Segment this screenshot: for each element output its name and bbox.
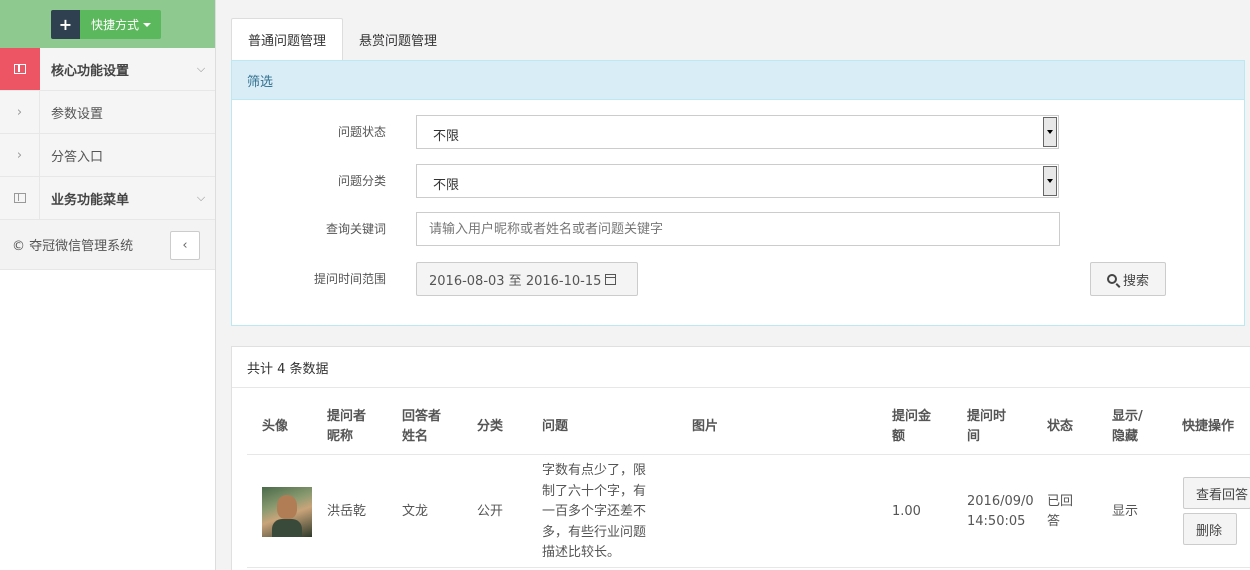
- category: 公开: [477, 504, 504, 519]
- chevron-right-icon: ›: [0, 91, 40, 133]
- copyright-text: © 夺冠微信管理系统: [12, 239, 134, 254]
- sidebar-item-entry[interactable]: › 分答入口: [0, 134, 215, 177]
- date-row: 提问时间范围 2016-08-03 至 2016-10-15 搜索: [232, 262, 1244, 296]
- date-label: 提问时间范围: [313, 272, 386, 286]
- column-header: 显示/ 隐藏: [1112, 409, 1143, 444]
- sidebar: + 快捷方式 核心功能设置 ⌵ › 参数设置 › 分答入口 业务功能菜单 ⌵ ©…: [0, 0, 216, 570]
- table-row-divider: [247, 567, 1250, 568]
- avatar: [262, 487, 312, 537]
- filter-panel: 筛选 问题状态 不限 问题分类 不限 查询关键词 提问时间范围 2016-08-…: [231, 60, 1245, 326]
- chevron-right-icon: ›: [0, 134, 40, 176]
- column-header: 状态: [1047, 419, 1074, 434]
- collapse-sidebar-button[interactable]: ‹: [170, 231, 200, 260]
- keyword-input[interactable]: [416, 212, 1060, 246]
- ask-time: 2016/09/0 14:50:05: [967, 494, 1033, 529]
- sidebar-header: + 快捷方式: [0, 0, 215, 48]
- amount: 1.00: [892, 504, 921, 519]
- visibility-text: 显示: [1112, 504, 1139, 519]
- delete-button[interactable]: 删除: [1183, 513, 1237, 545]
- sidebar-item-label: 核心功能设置: [51, 63, 130, 79]
- chevron-down-icon: ⌵: [196, 62, 206, 75]
- status-text: 已回 答: [1047, 494, 1074, 529]
- quick-menu-button[interactable]: + 快捷方式: [51, 10, 162, 39]
- column-header: 提问时 间: [967, 409, 1007, 444]
- column-header: 头像: [262, 419, 289, 434]
- columns-icon: [0, 48, 40, 90]
- filter-title: 筛选: [232, 61, 1244, 100]
- column-header: 快捷操作: [1182, 419, 1235, 434]
- asker-name: 洪岳乾: [327, 504, 367, 519]
- category-select[interactable]: 不限: [416, 164, 1059, 198]
- sidebar-item-params[interactable]: › 参数设置: [0, 91, 215, 134]
- sidebar-item-label: 分答入口: [51, 149, 104, 165]
- calendar-icon: [605, 273, 617, 285]
- dropdown-arrow-icon: [1043, 117, 1057, 147]
- status-label: 问题状态: [337, 125, 386, 139]
- dropdown-arrow-icon: [1043, 166, 1057, 196]
- plus-icon: +: [51, 10, 80, 39]
- results-panel: 共计 4 条数据 头像 提问者 昵称 回答者 姓名 分类 问题 图片 提问金 额…: [231, 346, 1250, 570]
- status-select[interactable]: 不限: [416, 115, 1059, 149]
- tab-normal-questions[interactable]: 普通问题管理: [231, 18, 344, 60]
- date-range-picker[interactable]: 2016-08-03 至 2016-10-15: [416, 262, 638, 296]
- keyword-row: 查询关键词: [232, 212, 1244, 246]
- question-text: 字数有点少了，限 制了六十个字，有 一百多个字还差不 多，有些行业问题 描述比较…: [542, 463, 647, 560]
- column-header: 提问者 昵称: [327, 409, 367, 444]
- columns-icon: [0, 177, 40, 219]
- search-button[interactable]: 搜索: [1090, 262, 1166, 296]
- table-header-divider: [247, 454, 1250, 455]
- view-answer-button[interactable]: 查看回答: [1183, 477, 1250, 509]
- sidebar-item-label: 业务功能菜单: [51, 192, 130, 208]
- status-row: 问题状态 不限: [232, 115, 1244, 149]
- column-header: 分类: [477, 419, 504, 434]
- quick-menu-label: 快捷方式: [91, 18, 140, 32]
- sidebar-footer: © 夺冠微信管理系统 ‹: [0, 220, 215, 270]
- category-row: 问题分类 不限: [232, 164, 1244, 198]
- sidebar-item-core-settings[interactable]: 核心功能设置 ⌵: [0, 48, 215, 91]
- column-header: 图片: [692, 419, 719, 434]
- column-header: 问题: [542, 419, 569, 434]
- column-header: 提问金 额: [892, 409, 932, 444]
- category-label: 问题分类: [337, 174, 386, 188]
- keyword-label: 查询关键词: [325, 222, 386, 236]
- column-header: 回答者 姓名: [402, 409, 442, 444]
- results-summary: 共计 4 条数据: [232, 347, 1250, 388]
- sidebar-item-label: 参数设置: [51, 106, 104, 122]
- tab-reward-questions[interactable]: 悬赏问题管理: [343, 18, 453, 60]
- tab-bar: 普通问题管理 悬赏问题管理: [231, 18, 453, 60]
- search-icon: [1106, 274, 1117, 284]
- sidebar-item-business-menu[interactable]: 业务功能菜单 ⌵: [0, 177, 215, 220]
- caret-down-icon: [143, 22, 152, 27]
- chevron-down-icon: ⌵: [196, 191, 206, 204]
- answerer-name: 文龙: [402, 504, 429, 519]
